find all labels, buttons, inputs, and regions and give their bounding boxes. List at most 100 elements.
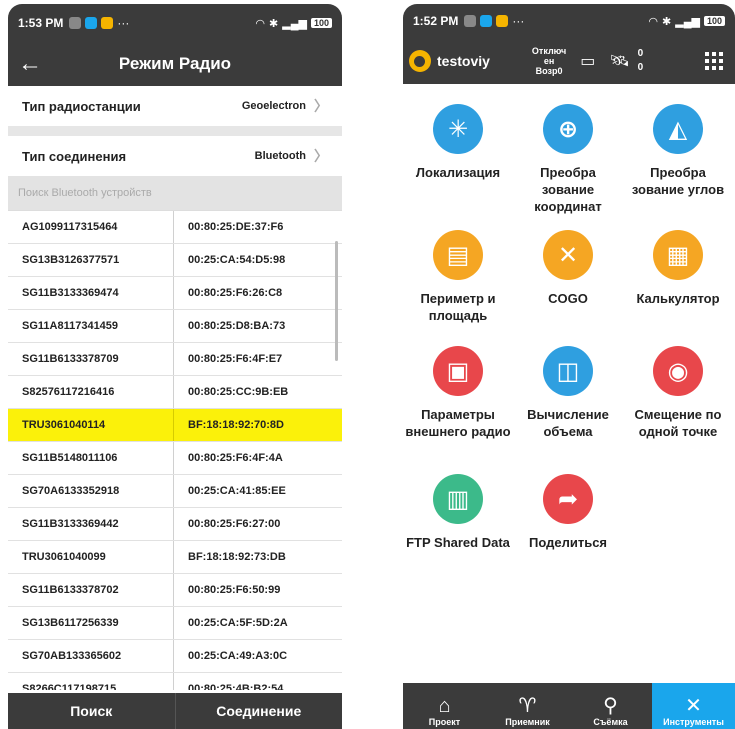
device-name: TRU3061040114 (8, 409, 174, 441)
tool-label: FTP Shared Data (406, 535, 510, 550)
device-row[interactable]: SG70A6133352918 00:25:CA:41:85:EE (8, 475, 342, 508)
tool-label: Поделиться (528, 535, 608, 550)
device-mac: 00:80:25:F6:27:00 (188, 518, 281, 530)
wifi-icon: ◠ (255, 17, 266, 30)
satellite-icon[interactable]: 🛰 (609, 51, 629, 71)
tool-label: Преобра зование координат (534, 165, 602, 214)
device-row[interactable]: SG11B3133369442 00:80:25:F6:27:00 (8, 508, 342, 541)
notification-icons: ··· (464, 14, 524, 28)
connect-button[interactable]: Соединение (174, 693, 343, 729)
notification-icons: ··· (69, 16, 129, 30)
search-button[interactable]: Поиск (8, 693, 175, 729)
device-list[interactable]: AG1099117315464 00:80:25:DE:37:F6 SG13B312… (8, 210, 342, 690)
app-grid-icon[interactable] (705, 52, 723, 70)
device-row[interactable]: SG13B3126377571 00:25:CA:54:D5:98 (8, 244, 342, 277)
device-name: TRU3061040099 (8, 541, 174, 573)
location-pin-icon: ⚲ (603, 695, 618, 717)
receiver-status-icon[interactable]: ▭ (580, 51, 595, 71)
tool-ftp[interactable]: ▥ FTP Shared Data (403, 474, 513, 551)
device-row[interactable]: SG11B3133369474 00:80:25:F6:26:C8 (8, 277, 342, 310)
battery-icon: 100 (703, 16, 725, 26)
radio-mode-screen: 1:53 PM ··· ◠ ✱ ▂▄▆ 100 ← Режим Радио Ти… (8, 4, 342, 729)
status-time: 1:52 PM (413, 14, 459, 28)
arrow-left-icon[interactable]: ← (8, 42, 52, 86)
connection-line: Отключ (531, 46, 567, 56)
connection-status[interactable]: Отключ ен Возр0 (532, 46, 566, 76)
device-row[interactable]: SG70AB133365602 00:25:CA:49:A3:0C (8, 640, 342, 673)
app-icon (480, 15, 493, 27)
status-time: 1:53 PM (18, 16, 64, 30)
tab-home[interactable]: ⌂ Проект (403, 683, 486, 729)
connection-type-row[interactable]: Тип соединения Bluetooth 〉 (8, 136, 342, 176)
device-row[interactable]: SG13B6117256339 00:25:CA:5F:5D:2A (8, 607, 342, 640)
device-row[interactable]: TRU3061040099 BF:18:18:92:73:DB (8, 541, 342, 574)
tool-calculator[interactable]: ▦ Калькулятор (623, 230, 733, 307)
radio-icon: ▣ (433, 346, 483, 396)
radio-type-row[interactable]: Тип радиостанции Geoelectron 〉 (8, 86, 342, 126)
device-mac: 00:25:CA:54:D5:98 (188, 254, 286, 266)
chevron-right-icon: 〉 (314, 148, 328, 164)
tool-label: Смещение по одной точке (634, 407, 722, 439)
status-bar: 1:53 PM ··· ◠ ✱ ▂▄▆ 100 (8, 4, 342, 42)
device-name: SG70AB133365602 (8, 640, 174, 672)
device-mac: 00:80:25:F6:50:99 (188, 584, 281, 596)
project-name[interactable]: testoviy (437, 53, 490, 69)
signal-icon: ▂▄▆ (282, 17, 307, 30)
device-mac: 00:25:CA:5F:5D:2A (188, 617, 288, 629)
tool-offset[interactable]: ◉ Смещение по одной точке (623, 346, 733, 440)
tool-share[interactable]: ➦ Поделиться (513, 474, 623, 551)
project-logo-icon[interactable] (409, 50, 431, 72)
project-bar: testoviy Отключ ен Возр0 ▭ 🛰 0 0 (403, 38, 735, 84)
device-mac: BF:18:18:92:73:DB (188, 551, 286, 563)
device-mac: 00:80:25:F6:4F:4A (188, 452, 283, 464)
device-row-selected[interactable]: TRU3061040114 BF:18:18:92:70:8D (8, 409, 342, 442)
app-icon (101, 17, 114, 29)
device-row[interactable]: SG11A8117341459 00:80:25:D8:BA:73 (8, 310, 342, 343)
device-mac: 00:80:25:4B:B2:54 (188, 683, 284, 690)
device-row[interactable]: SG11B5148011106 00:80:25:F6:4F:4A (8, 442, 342, 475)
device-row[interactable]: SG11B6133378709 00:80:25:F6:4F:E7 (8, 343, 342, 376)
notification-icon (464, 15, 477, 27)
calculator-icon: ▦ (653, 230, 703, 280)
device-name: SG70A6133352918 (8, 475, 174, 507)
device-row[interactable]: AG1099117315464 00:80:25:DE:37:F6 (8, 211, 342, 244)
tools-grid: ✳ Локализация ⊕ Преобра зование координат ◭ П… (403, 84, 735, 644)
tool-perimeter[interactable]: ▤ Периметр и площадь (403, 230, 513, 324)
satellite-count: 0 (637, 62, 644, 73)
scrollbar[interactable] (335, 241, 338, 361)
bluetooth-search-header: Поиск Bluetooth устройств (8, 176, 342, 210)
tool-cogo[interactable]: ✕ COGO (513, 230, 623, 307)
home-icon: ⌂ (438, 695, 451, 717)
tool-label: Периметр и площадь (420, 291, 496, 323)
tool-localization[interactable]: ✳ Локализация (403, 104, 513, 181)
volume-icon: ◫ (543, 346, 593, 396)
tab-tools[interactable]: ✕ Инструменты (652, 683, 735, 729)
device-name: SG11B3133369442 (8, 508, 174, 540)
cogo-icon: ✕ (543, 230, 593, 280)
tab-location-pin[interactable]: ⚲ Съёмка (569, 683, 652, 729)
battery-icon: 100 (310, 18, 332, 28)
tab-receiver[interactable]: ♈ Приемник (486, 683, 569, 729)
device-mac: 00:80:25:F6:26:C8 (188, 287, 283, 299)
more-notifications: ··· (512, 14, 525, 28)
tool-coord-transform[interactable]: ⊕ Преобра зование координат (513, 104, 623, 215)
tool-angle-transform[interactable]: ◭ Преобра зование углов (623, 104, 733, 198)
device-mac: 00:80:25:F6:4F:E7 (188, 353, 283, 365)
device-mac: 00:80:25:DE:37:F6 (188, 221, 284, 233)
tool-label: Преобра зование углов (631, 165, 725, 197)
device-row[interactable]: S82576117216416 00:80:25:CC:9B:EB (8, 376, 342, 409)
device-row[interactable]: SG11B6133378702 00:80:25:F6:50:99 (8, 574, 342, 607)
device-row[interactable]: S8266C117198715 00:80:25:4B:B2:54 (8, 673, 342, 690)
more-notifications: ··· (117, 16, 130, 30)
signal-icon: ▂▄▆ (675, 15, 700, 28)
offset-point-icon: ◉ (653, 346, 703, 396)
tab-label: Проект (428, 717, 461, 727)
connection-line: Возр0 (535, 66, 563, 76)
tool-ext-radio[interactable]: ▣ Параметры внешнего радио (403, 346, 513, 440)
bottom-tab-bar: ⌂ Проект ♈ Приемник ⚲ Съёмка ✕ Инструменты (403, 683, 735, 729)
title-bar: ← Режим Радио (8, 42, 342, 86)
tool-volume[interactable]: ◫ Вычисление объема (513, 346, 623, 440)
radio-type-value: Geoelectron (241, 100, 306, 112)
satellite-count: 0 (637, 48, 644, 59)
system-icons: ◠ ✱ ▂▄▆ 100 (648, 15, 725, 28)
